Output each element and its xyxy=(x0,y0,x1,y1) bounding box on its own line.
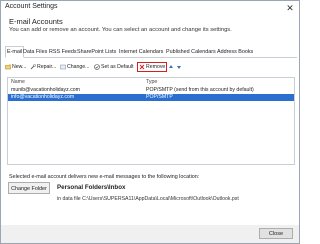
column-header-name[interactable]: Name xyxy=(11,79,25,85)
arrow-up-icon xyxy=(168,64,174,70)
checkmark-icon xyxy=(94,63,100,70)
remove-label: Remove xyxy=(146,64,166,70)
accounts-list: Name Type munib@vacationholidayz.com POP… xyxy=(7,77,295,165)
delivery-data-file: in data file C:\Users\SUPERSA11\AppData\… xyxy=(57,196,239,202)
tab-rss-feeds[interactable]: RSS Feeds xyxy=(48,47,78,57)
delivery-description: Selected e-mail account delivers new e-m… xyxy=(9,174,200,180)
account-name: info@vacationholidayz.com xyxy=(11,94,75,100)
tab-bar: E-mail Data Files RSS Feeds SharePoint L… xyxy=(5,46,297,58)
table-row-selected[interactable]: info@vacationholidayz.com POP/SMTP xyxy=(8,94,294,101)
repair-icon xyxy=(30,63,36,70)
change-icon xyxy=(60,64,66,70)
table-row[interactable]: munib@vacationholidayz.com POP/SMTP (sen… xyxy=(8,87,294,94)
window-title: Account Settings xyxy=(5,3,58,10)
move-down-button[interactable] xyxy=(176,63,183,71)
account-name: munib@vacationholidayz.com xyxy=(11,87,80,93)
tab-internet-calendars[interactable]: Internet Calendars xyxy=(118,47,164,57)
set-as-default-label: Set as Default xyxy=(101,64,134,70)
close-button[interactable]: Close xyxy=(259,228,293,239)
new-label: New... xyxy=(12,64,27,70)
remove-icon xyxy=(139,64,145,70)
account-type: POP/SMTP (send from this account by defa… xyxy=(146,87,254,93)
repair-button[interactable]: Repair... xyxy=(30,63,56,71)
tab-sharepoint-lists[interactable]: SharePoint Lists xyxy=(76,47,117,57)
repair-label: Repair... xyxy=(37,64,57,70)
tab-data-files[interactable]: Data Files xyxy=(22,47,48,57)
change-folder-button[interactable]: Change Folder xyxy=(8,182,50,194)
dialog-footer: Close xyxy=(1,225,299,243)
arrow-down-icon xyxy=(176,64,182,70)
change-label: Change... xyxy=(67,64,90,70)
new-button[interactable]: New... xyxy=(5,63,26,71)
remove-button[interactable]: Remove xyxy=(137,62,168,72)
title-bar: Account Settings ✕ xyxy=(1,1,299,16)
account-type: POP/SMTP xyxy=(146,94,173,100)
set-as-default-button[interactable]: Set as Default xyxy=(94,63,134,71)
accounts-toolbar: New... Repair... Change... Set as Defaul… xyxy=(5,61,205,73)
new-account-icon xyxy=(5,63,11,70)
move-up-button[interactable] xyxy=(168,63,175,71)
tab-address-books[interactable]: Address Books xyxy=(216,47,254,57)
column-header-type[interactable]: Type xyxy=(146,79,157,85)
tab-published-calendars[interactable]: Published Calendars xyxy=(165,47,217,57)
header: E-mail Accounts You can add or remove an… xyxy=(1,16,299,38)
delivery-folder-path: Personal Folders\Inbox xyxy=(57,184,126,191)
list-header: Name Type xyxy=(8,78,294,86)
change-button[interactable]: Change... xyxy=(60,63,90,71)
close-icon[interactable]: ✕ xyxy=(284,2,296,14)
account-settings-window: Account Settings ✕ E-mail Accounts You c… xyxy=(0,0,300,244)
page-description: You can add or remove an account. You ca… xyxy=(9,27,232,33)
page-title: E-mail Accounts xyxy=(9,17,63,26)
